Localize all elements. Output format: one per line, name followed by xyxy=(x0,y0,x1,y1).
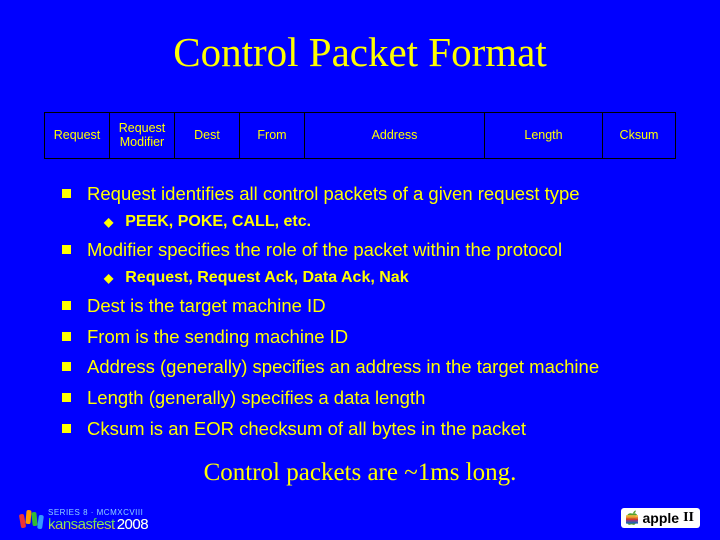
kansasfest-logo: SERIES 8 · MCMXCVIII kansasfest2008 xyxy=(20,508,148,532)
bullet-item: Dest is the target machine ID xyxy=(62,293,682,320)
bullet-text: Modifier specifies the role of the packe… xyxy=(87,237,562,264)
bullet-text: Address (generally) specifies an address… xyxy=(87,354,599,381)
slide-title: Control Packet Format xyxy=(0,0,720,94)
square-bullet-icon xyxy=(62,245,71,254)
slide-footer: SERIES 8 · MCMXCVIII kansasfest2008 appl… xyxy=(0,494,720,534)
bullet-text: Length (generally) specifies a data leng… xyxy=(87,385,425,412)
sub-bullet-text: PEEK, POKE, CALL, etc. xyxy=(125,210,311,233)
bullet-list: Request identifies all control packets o… xyxy=(62,181,682,443)
bullet-text: From is the sending machine ID xyxy=(87,324,348,351)
apple-logo-icon xyxy=(625,510,639,526)
field-request: Request xyxy=(45,113,110,158)
bullet-item: Request identifies all control packets o… xyxy=(62,181,682,208)
field-dest: Dest xyxy=(175,113,240,158)
sub-bullet-text: Request, Request Ack, Data Ack, Nak xyxy=(125,266,408,289)
bullet-text: Cksum is an EOR checksum of all bytes in… xyxy=(87,416,526,443)
sub-bullet-item: ◆ Request, Request Ack, Data Ack, Nak xyxy=(104,266,682,289)
square-bullet-icon xyxy=(62,362,71,371)
square-bullet-icon xyxy=(62,189,71,198)
diamond-bullet-icon: ◆ xyxy=(104,214,113,231)
bullet-text: Dest is the target machine ID xyxy=(87,293,326,320)
square-bullet-icon xyxy=(62,301,71,310)
slide-tagline: Control packets are ~1ms long. xyxy=(0,459,720,487)
apple-label: apple xyxy=(643,510,680,526)
kansasfest-mark-icon xyxy=(20,508,44,532)
bullet-text: Request identifies all control packets o… xyxy=(87,181,580,208)
apple-suffix: II xyxy=(683,510,694,526)
bullet-item: Length (generally) specifies a data leng… xyxy=(62,385,682,412)
kf-year: 2008 xyxy=(117,516,148,533)
apple-ii-badge: appleII xyxy=(621,508,700,528)
kf-big-text: kansasfest xyxy=(48,516,115,533)
square-bullet-icon xyxy=(62,332,71,341)
field-cksum: Cksum xyxy=(603,113,675,158)
bullet-item: From is the sending machine ID xyxy=(62,324,682,351)
field-modifier: Request Modifier xyxy=(110,113,175,158)
sub-bullet-item: ◆ PEEK, POKE, CALL, etc. xyxy=(104,210,682,233)
bullet-item: Modifier specifies the role of the packe… xyxy=(62,237,682,264)
diamond-bullet-icon: ◆ xyxy=(104,270,113,287)
field-length: Length xyxy=(485,113,603,158)
field-from: From xyxy=(240,113,305,158)
packet-diagram: Request Request Modifier Dest From Addre… xyxy=(44,112,676,159)
field-address: Address xyxy=(305,113,485,158)
bullet-item: Cksum is an EOR checksum of all bytes in… xyxy=(62,416,682,443)
bullet-item: Address (generally) specifies an address… xyxy=(62,354,682,381)
square-bullet-icon xyxy=(62,424,71,433)
square-bullet-icon xyxy=(62,393,71,402)
